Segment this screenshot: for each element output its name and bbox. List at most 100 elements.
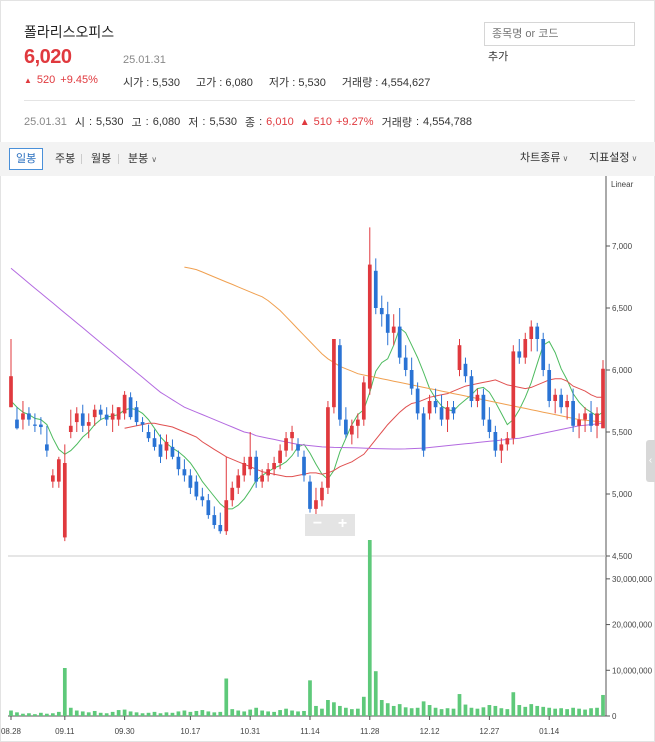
stock-chart[interactable]: Linear 7,000 6,500 6,000 5,500 5,000 4,500 30,0… [0, 176, 655, 742]
volume-bar [463, 704, 468, 716]
candle-body [505, 438, 510, 445]
x-tick-label: 11.14 [300, 727, 320, 736]
daily-volume: 4,554,788 [423, 116, 472, 128]
candle-body [278, 450, 282, 463]
candle-body [314, 500, 318, 509]
add-button[interactable]: 추가 [488, 48, 508, 64]
tab-separator [81, 154, 82, 164]
candle-body [332, 339, 336, 408]
volume-bar [27, 713, 31, 716]
volume-bar [194, 710, 199, 716]
zoom-in-button[interactable]: + [330, 514, 355, 536]
candle-body [355, 419, 360, 426]
volume-bar [338, 705, 342, 716]
volume-bar [104, 713, 109, 716]
candle-body [9, 376, 13, 408]
volume-bar [403, 707, 408, 716]
volume-bar [517, 705, 522, 716]
volume-bar [98, 712, 103, 716]
candle-body [140, 422, 145, 425]
candle-body [577, 419, 581, 426]
volume-bar [601, 694, 605, 716]
volume-bar [433, 707, 438, 716]
tab-monthly[interactable]: 월봉 [84, 148, 118, 170]
volume-bar [385, 703, 390, 716]
volume-bar [553, 708, 558, 716]
candle-body [439, 407, 444, 420]
volume-bar [176, 711, 181, 716]
volume-bar [248, 709, 253, 716]
candle-body [50, 475, 55, 482]
volume-bar [170, 712, 175, 716]
x-tick-label: 12.27 [479, 727, 500, 736]
candle-body [146, 432, 151, 439]
candle-body [188, 475, 193, 488]
candle-body [415, 388, 420, 414]
candle-body [361, 382, 366, 420]
tab-separator [118, 154, 119, 164]
indicator-label: 지표설정 [589, 152, 630, 164]
daily-high-label: 고 [131, 117, 142, 129]
candle-body [379, 308, 384, 315]
volume-bar [45, 713, 49, 716]
side-panel-toggle[interactable]: ‹ [646, 440, 655, 482]
high-label: 고가 [195, 77, 217, 89]
candle-body [451, 407, 456, 414]
candle-body [547, 370, 552, 401]
zoom-out-button[interactable]: − [305, 514, 330, 536]
volume-bar [373, 671, 378, 716]
candle-body [134, 407, 139, 423]
volume-bar [140, 713, 145, 716]
volume-bar [290, 710, 294, 716]
volume-bar [152, 711, 157, 716]
volume-bar [493, 705, 498, 716]
candle-body [86, 422, 91, 426]
x-tick-label: 01.14 [539, 727, 560, 736]
candle-body [445, 407, 450, 420]
volume-bar [62, 668, 67, 716]
volume-bar [344, 707, 348, 716]
chevron-down-icon: ∨ [562, 154, 569, 163]
volume-bar [50, 713, 55, 716]
quote-date: 25.01.31 [123, 54, 166, 66]
volume-bar [457, 694, 462, 716]
volume-bar [499, 708, 504, 716]
candle-body [266, 469, 270, 476]
tab-daily[interactable]: 일봉 [9, 148, 44, 170]
candle-body [487, 419, 492, 432]
candle-body [236, 475, 241, 488]
candle-body [152, 438, 157, 447]
volume-bar [349, 709, 354, 716]
candle-body [308, 481, 312, 509]
volume-bar [415, 707, 420, 716]
candle-body [553, 394, 558, 401]
candle-body [194, 481, 199, 497]
candle-body [182, 469, 187, 476]
candle-body [427, 401, 432, 414]
volume-bar [511, 692, 516, 716]
tab-minute[interactable]: 분봉 ∨ [121, 148, 164, 170]
chart-type-dropdown[interactable]: 차트종류 ∨ [520, 148, 568, 169]
candle-body [475, 394, 480, 401]
volume-bar [21, 713, 25, 716]
candle-body [21, 413, 25, 420]
x-tick-label: 10.31 [240, 727, 261, 736]
candle-body [559, 394, 564, 408]
scale-label: Linear [611, 180, 634, 189]
indicator-dropdown[interactable]: 지표설정 ∨ [589, 148, 637, 169]
stock-search-input[interactable] [484, 22, 635, 46]
daily-open: 5,530 [96, 116, 124, 128]
candle-body [338, 345, 342, 420]
volume-bar [212, 712, 217, 716]
tab-weekly[interactable]: 주봉 [48, 148, 82, 170]
daily-high: 6,080 [152, 116, 181, 128]
candle-body [344, 419, 348, 435]
volume-bar [409, 708, 414, 716]
candle-body [242, 463, 247, 476]
candle-body [116, 407, 121, 420]
high-value: 6,080 [225, 77, 253, 89]
chart-svg[interactable]: Linear 7,000 6,500 6,000 5,500 5,000 4,500 30,0… [0, 176, 655, 742]
volume-bar [74, 710, 79, 716]
volume-bar [523, 706, 528, 716]
candle-body [170, 446, 175, 457]
